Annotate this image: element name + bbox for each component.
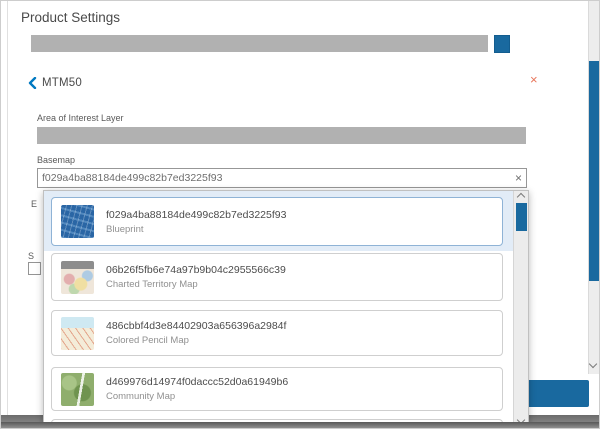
basemap-option-id: f029a4ba88184de499c82b7ed3225f93 xyxy=(106,209,286,221)
screenshot-bottom-edge xyxy=(1,422,600,429)
basemap-option-name: Blueprint xyxy=(106,224,286,235)
blueprint-thumbnail xyxy=(61,205,94,238)
charted-territory-thumbnail xyxy=(61,261,94,294)
back-button[interactable]: MTM50 xyxy=(28,75,82,91)
dropdown-scroll-up-icon[interactable] xyxy=(518,194,524,200)
basemap-option-id: 486cbbf4d3e84402903a656396a2984f xyxy=(106,320,286,332)
basemap-option[interactable]: 06b26f5fb6e74a97b9b04c2955566c39 Charted… xyxy=(51,253,503,301)
product-name-label: MTM50 xyxy=(42,77,82,89)
redacted-product-bar xyxy=(31,35,488,52)
community-thumbnail xyxy=(61,373,94,406)
aoi-layer-label: Area of Interest Layer xyxy=(37,113,124,123)
aoi-layer-input-redacted[interactable] xyxy=(37,127,526,144)
product-settings-window: Product Settings MTM50 × Area of Interes… xyxy=(0,0,600,429)
basemap-label: Basemap xyxy=(37,155,75,165)
colored-pencil-thumbnail xyxy=(61,317,94,350)
basemap-input-wrap: × xyxy=(37,168,527,188)
basemap-option-id: 06b26f5fb6e74a97b9b04c2955566c39 xyxy=(106,264,286,276)
clear-icon[interactable]: × xyxy=(515,171,522,186)
primary-action-button[interactable] xyxy=(525,380,589,407)
basemap-option-name: Colored Pencil Map xyxy=(106,335,286,346)
partially-hidden-checkbox[interactable] xyxy=(28,262,41,275)
basemap-option[interactable]: d469976d14974f0daccc52d0a61949b6 Communi… xyxy=(51,367,503,411)
chevron-left-icon xyxy=(28,77,37,89)
clipped-field-label-1: E xyxy=(31,199,37,209)
dialog-left-border xyxy=(7,1,8,415)
basemap-dropdown: f029a4ba88184de499c82b7ed3225f93 Bluepri… xyxy=(43,190,529,429)
basemap-option-name: Charted Territory Map xyxy=(106,279,286,290)
basemap-dropdown-list: f029a4ba88184de499c82b7ed3225f93 Bluepri… xyxy=(44,191,513,429)
blue-accent-button[interactable] xyxy=(494,35,510,53)
clipped-field-label-2: S xyxy=(28,251,34,261)
basemap-option[interactable]: 486cbbf4d3e84402903a656396a2984f Colored… xyxy=(51,310,503,356)
page-title: Product Settings xyxy=(21,10,120,25)
page-scroll-down-icon[interactable] xyxy=(590,361,600,371)
dropdown-scrollbar-track xyxy=(513,191,528,429)
dropdown-scrollbar-thumb[interactable] xyxy=(516,203,527,231)
basemap-input[interactable] xyxy=(38,169,526,187)
close-icon[interactable]: × xyxy=(530,73,538,87)
basemap-option[interactable]: f029a4ba88184de499c82b7ed3225f93 Bluepri… xyxy=(51,197,503,246)
basemap-option-name: Community Map xyxy=(106,391,288,402)
basemap-option-id: d469976d14974f0daccc52d0a61949b6 xyxy=(106,376,288,388)
page-scrollbar-thumb[interactable] xyxy=(589,61,600,281)
